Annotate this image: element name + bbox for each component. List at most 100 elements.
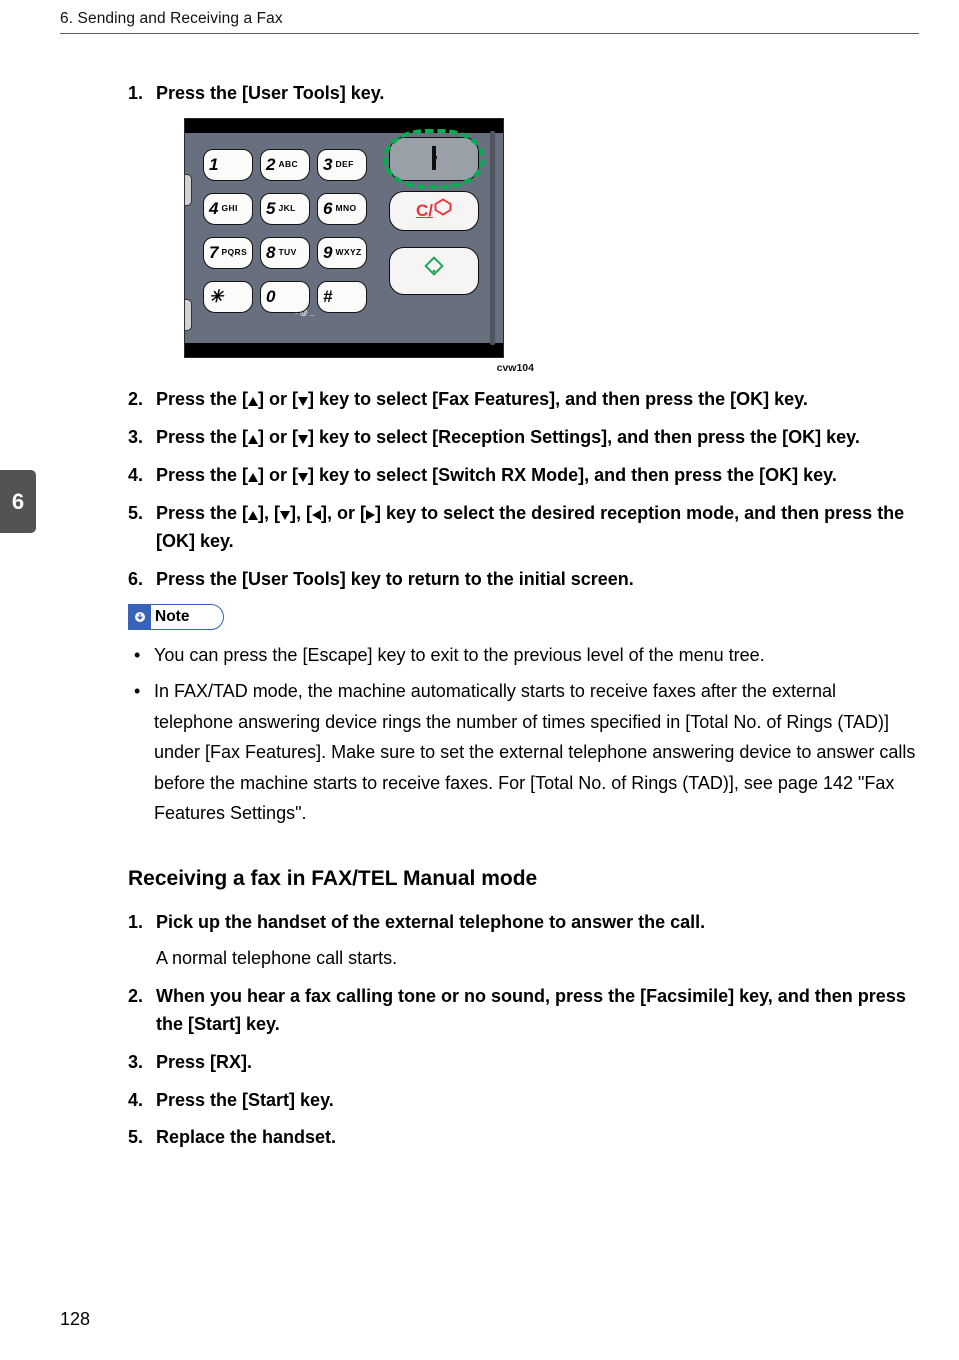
step-b-5: Replace the handset. bbox=[128, 1124, 917, 1152]
panel-side-tab-1 bbox=[184, 174, 192, 206]
key-8[interactable]: 8TUV bbox=[260, 237, 310, 269]
step-a-4-text-part-0: Press the [ bbox=[156, 465, 248, 485]
key-4-letters: GHI bbox=[221, 202, 237, 215]
key-5[interactable]: 5JKL bbox=[260, 193, 310, 225]
key-9-letters: WXYZ bbox=[335, 246, 361, 259]
step-a-1-text: Press the [User Tools] key. bbox=[156, 83, 384, 103]
figure-reference: cvw104 bbox=[184, 360, 534, 376]
step-b-3-text: Press [RX]. bbox=[156, 1052, 252, 1072]
section-heading: Receiving a fax in FAX/TEL Manual mode bbox=[128, 867, 917, 891]
step-a-2-text-part-2: ] key to select [Fax Features], and then… bbox=[308, 389, 808, 409]
figure-keypad: 1 2ABC 3DEF 4GHI 5JKL 6MNO 7PQRS bbox=[184, 118, 917, 376]
step-a-3: Press the [] or [] key to select [Recept… bbox=[128, 424, 917, 452]
panel-bottom-bar bbox=[185, 343, 503, 357]
step-a-5-text-part-2: ], [ bbox=[290, 503, 312, 523]
step-b-1-subtext: A normal telephone call starts. bbox=[156, 945, 917, 973]
down-arrow-icon bbox=[298, 435, 308, 444]
key-8-digit: 8 bbox=[266, 240, 275, 266]
key-1[interactable]: 1 bbox=[203, 149, 253, 181]
clear-stop-button[interactable]: C/ bbox=[389, 191, 479, 231]
page: 6. Sending and Receiving a Fax 6 Press t… bbox=[0, 0, 959, 1360]
key-3-letters: DEF bbox=[335, 158, 353, 171]
running-header: 6. Sending and Receiving a Fax bbox=[60, 10, 283, 28]
note-badge: Note bbox=[128, 604, 224, 630]
keypad-row-2: 4GHI 5JKL 6MNO bbox=[203, 193, 383, 225]
keypad-row-4: ✳ 0 # bbox=[203, 281, 383, 313]
step-a-6: Press the [User Tools] key to return to … bbox=[128, 566, 917, 594]
step-a-2-text-part-0: Press the [ bbox=[156, 389, 248, 409]
key-0-digit: 0 bbox=[266, 284, 275, 310]
note-list: You can press the [Escape] key to exit t… bbox=[128, 640, 917, 830]
main-content: Press the [User Tools] key. 1 2ABC 3D bbox=[128, 80, 917, 1162]
header-rule bbox=[60, 33, 919, 34]
step-a-3-text-part-2: ] key to select [Reception Settings], an… bbox=[308, 427, 860, 447]
key-6[interactable]: 6MNO bbox=[317, 193, 367, 225]
step-b-3: Press [RX]. bbox=[128, 1049, 917, 1077]
left-arrow-icon bbox=[312, 510, 321, 520]
key-7[interactable]: 7PQRS bbox=[203, 237, 253, 269]
step-a-1: Press the [User Tools] key. 1 2ABC 3D bbox=[128, 80, 917, 376]
step-a-5: Press the [], [], [], or [] key to selec… bbox=[128, 500, 917, 556]
procedure-a-list: Press the [User Tools] key. 1 2ABC 3D bbox=[128, 80, 917, 594]
key-6-digit: 6 bbox=[323, 196, 332, 222]
key-hash-digit: # bbox=[323, 284, 332, 310]
key-2-letters: ABC bbox=[278, 158, 298, 171]
step-b-2-text: When you hear a fax calling tone or no s… bbox=[156, 986, 906, 1034]
note-icon bbox=[129, 605, 151, 629]
key-3[interactable]: 3DEF bbox=[317, 149, 367, 181]
keypad-row-3: 7PQRS 8TUV 9WXYZ bbox=[203, 237, 383, 269]
key-9[interactable]: 9WXYZ bbox=[317, 237, 367, 269]
panel-right-divider bbox=[490, 131, 495, 345]
up-arrow-icon bbox=[248, 473, 258, 482]
chapter-tab: 6 bbox=[0, 470, 36, 533]
key-2-digit: 2 bbox=[266, 152, 275, 178]
step-a-5-text-part-3: ], or [ bbox=[321, 503, 366, 523]
key-3-digit: 3 bbox=[323, 152, 332, 178]
step-a-2: Press the [ ] or [ ] key to select [Fax Fe… bbox=[128, 386, 917, 414]
step-a-5-text-part-0: Press the [ bbox=[156, 503, 248, 523]
down-arrow-icon bbox=[298, 397, 308, 406]
user-tools-button[interactable] bbox=[389, 137, 479, 181]
step-a-4-text-part-2: ] key to select [Switch RX Mode], and th… bbox=[308, 465, 837, 485]
keypad-row-1: 1 2ABC 3DEF bbox=[203, 149, 383, 181]
step-b-1-text: Pick up the handset of the external tele… bbox=[156, 912, 705, 932]
key-0[interactable]: 0 bbox=[260, 281, 310, 313]
step-a-4-text-part-1: ] or [ bbox=[258, 465, 298, 485]
note-heading-row: Note bbox=[128, 604, 917, 630]
key-8-letters: TUV bbox=[278, 246, 296, 259]
note-item-2: In FAX/TAD mode, the machine automatical… bbox=[128, 676, 917, 829]
step-a-4: Press the [ ] or [ ] key to select [Switch… bbox=[128, 462, 917, 490]
step-b-4: Press the [Start] key. bbox=[128, 1087, 917, 1115]
key-5-digit: 5 bbox=[266, 196, 275, 222]
step-a-6-text: Press the [User Tools] key to return to … bbox=[156, 569, 634, 589]
key-5-letters: JKL bbox=[278, 202, 295, 215]
keypad-panel: 1 2ABC 3DEF 4GHI 5JKL 6MNO 7PQRS bbox=[184, 118, 504, 358]
procedure-b-list: Pick up the handset of the external tele… bbox=[128, 909, 917, 1152]
key-6-letters: MNO bbox=[335, 202, 356, 215]
note-label: Note bbox=[155, 608, 189, 626]
key-star[interactable]: ✳ bbox=[203, 281, 253, 313]
key-7-digit: 7 bbox=[209, 240, 218, 266]
key-hash[interactable]: # bbox=[317, 281, 367, 313]
key-2[interactable]: 2ABC bbox=[260, 149, 310, 181]
up-arrow-icon bbox=[248, 435, 258, 444]
start-button[interactable] bbox=[389, 247, 479, 295]
down-arrow-icon bbox=[298, 473, 308, 482]
step-b-2: When you hear a fax calling tone or no s… bbox=[128, 983, 917, 1039]
key-4[interactable]: 4GHI bbox=[203, 193, 253, 225]
page-number: 128 bbox=[60, 1309, 90, 1330]
right-arrow-icon bbox=[366, 510, 375, 520]
step-a-2-text-part-1: ] or [ bbox=[258, 389, 298, 409]
step-a-3-text-part-1: ] or [ bbox=[258, 427, 298, 447]
panel-side-tab-2 bbox=[184, 299, 192, 331]
step-b-5-text: Replace the handset. bbox=[156, 1127, 336, 1147]
step-b-4-text: Press the [Start] key. bbox=[156, 1090, 334, 1110]
numeric-keypad: 1 2ABC 3DEF 4GHI 5JKL 6MNO 7PQRS bbox=[203, 149, 383, 325]
clear-label: C/ bbox=[416, 198, 433, 224]
start-icon bbox=[424, 256, 444, 285]
key-4-digit: 4 bbox=[209, 196, 218, 222]
key-1-digit: 1 bbox=[209, 152, 218, 178]
down-arrow-icon bbox=[280, 511, 290, 520]
key-star-digit: ✳ bbox=[209, 284, 223, 310]
user-tools-icon bbox=[432, 145, 436, 173]
